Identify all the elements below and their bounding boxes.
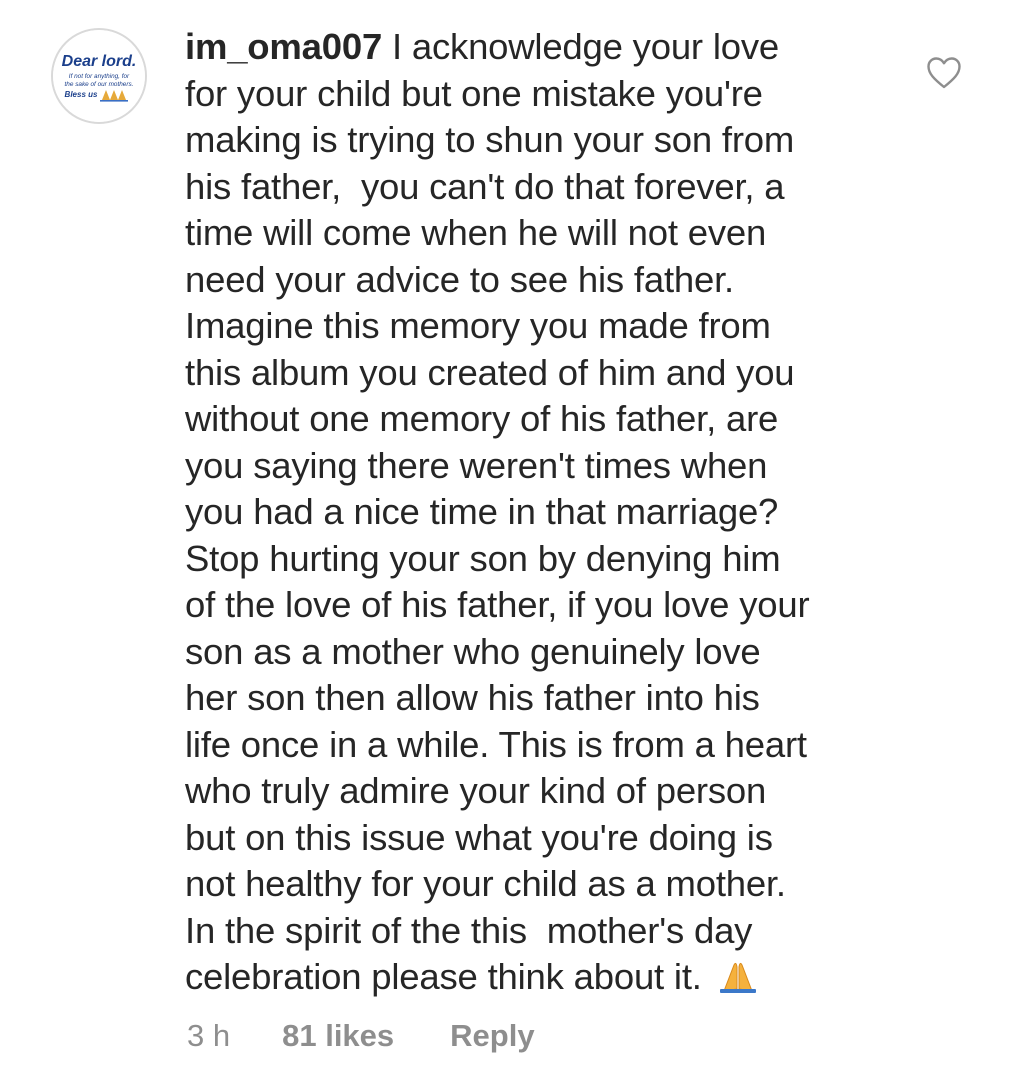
comment-text-line: making is trying to shun your son from [185,119,795,160]
comment-text-line: In the spirit of the this mother's day [185,909,753,951]
comment-body: im_oma007 I acknowledge your love for yo… [185,24,885,1005]
comment-text-line: his father, you can't do that forever, a [185,165,785,207]
comment-text-line: you had a nice time in that marriage? [185,491,779,532]
comment: Dear lord. If not for anything, for the … [0,0,1024,1076]
comment-text-line: but on this issue what you're doing is [185,816,773,858]
comment-text-line: this album you created of him and you [185,351,795,393]
reply-button[interactable]: Reply [450,1018,534,1053]
comment-text-line: I acknowledge your love [382,26,779,67]
comment-text-line: time will come when he will not even [185,212,767,253]
avatar-image: Dear lord. If not for anything, for the … [53,30,145,122]
avatar-footer: Bless us [65,90,98,99]
comment-text-line: for your child but one mistake you're [185,72,763,114]
folded-hands-icon [718,958,758,1005]
heart-outline-icon[interactable] [926,56,962,90]
comment-text-line: Imagine this memory you made from [185,305,771,346]
comment-text-line: son as a mother who genuinely love [185,630,761,672]
avatar-title: Dear lord. [62,53,137,70]
comment-text-line: life once in a while. This is from a hea… [185,723,807,765]
timestamp: 3 h [187,1018,231,1053]
comment-text-line: you saying there weren't times when [185,444,768,486]
comment-text-line: her son then allow his father into his [185,677,760,718]
comment-text-line: not healthy for your child as a mother. [185,863,786,904]
avatar-subtitle-2: the sake of our mothers. [65,81,134,88]
username[interactable]: im_oma007 [185,26,382,67]
comment-text-line: who truly admire your kind of person [185,770,767,811]
comment-text-line: need your advice to see his father. [185,258,734,300]
comment-meta: 3 h 81 likes Reply [187,1016,535,1056]
likes-count[interactable]: 81 likes [282,1018,394,1053]
comment-text-line: of the love of his father, if you love y… [185,584,810,625]
comment-first-line: im_oma007 I acknowledge your love [185,24,885,71]
comment-text-line: without one memory of his father, are [185,398,779,439]
avatar[interactable]: Dear lord. If not for anything, for the … [51,28,147,124]
comment-text-line: Stop hurting your son by denying him [185,537,781,579]
avatar-subtitle-1: If not for anything, for [69,73,130,80]
comment-text-line: celebration please think about it. [185,956,712,997]
comment-last-line: celebration please think about it. [185,954,885,1005]
